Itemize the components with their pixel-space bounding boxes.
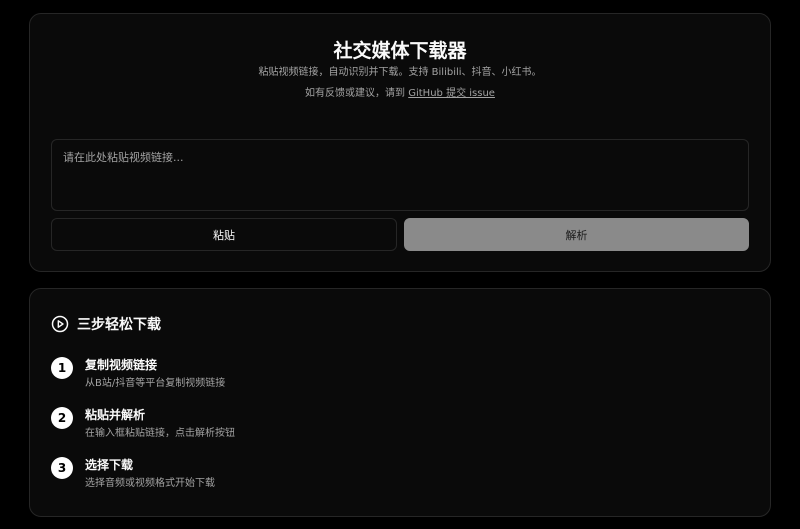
downloader-card: 社交媒体下载器 粘贴视频链接，自动识别并下载。支持 Bilibili、抖音、小红… bbox=[29, 13, 771, 272]
paste-button-label: 粘贴 bbox=[213, 228, 235, 242]
step-description: 从B站/抖音等平台复制视频链接 bbox=[85, 378, 226, 389]
github-issue-link[interactable]: GitHub 提交 issue bbox=[408, 88, 495, 99]
step-description: 在输入框粘贴链接，点击解析按钮 bbox=[85, 428, 235, 439]
step-item: 3 选择下载 选择音频或视频格式开始下载 bbox=[51, 457, 215, 491]
steps-header: 三步轻松下载 bbox=[51, 314, 161, 334]
feedback-line: 如有反馈或建议，请到 GitHub 提交 issue bbox=[30, 84, 770, 99]
page-subtitle: 粘贴视频链接，自动识别并下载。支持 Bilibili、抖音、小红书。 bbox=[258, 67, 542, 78]
step-item: 1 复制视频链接 从B站/抖音等平台复制视频链接 bbox=[51, 357, 225, 391]
step-title: 选择下载 bbox=[85, 458, 134, 472]
steps-card: 三步轻松下载 1 复制视频链接 从B站/抖音等平台复制视频链接 2 粘贴并解析 … bbox=[29, 288, 771, 517]
step-number: 2 bbox=[51, 407, 73, 429]
play-circle-icon bbox=[51, 315, 69, 333]
step-number: 3 bbox=[51, 457, 73, 479]
feedback-prefix: 如有反馈或建议，请到 bbox=[305, 88, 406, 99]
video-url-input[interactable] bbox=[51, 139, 749, 211]
steps-title: 三步轻松下载 bbox=[77, 317, 161, 333]
parse-button-label: 解析 bbox=[565, 228, 588, 242]
step-description: 选择音频或视频格式开始下载 bbox=[85, 478, 215, 489]
parse-button[interactable]: 解析 bbox=[404, 218, 749, 251]
paste-button[interactable]: 粘贴 bbox=[51, 218, 397, 251]
step-item: 2 粘贴并解析 在输入框粘贴链接，点击解析按钮 bbox=[51, 407, 235, 441]
page-title: 社交媒体下载器 bbox=[333, 40, 467, 62]
step-number: 1 bbox=[51, 357, 73, 379]
step-title: 粘贴并解析 bbox=[85, 408, 146, 422]
step-title: 复制视频链接 bbox=[85, 358, 158, 372]
